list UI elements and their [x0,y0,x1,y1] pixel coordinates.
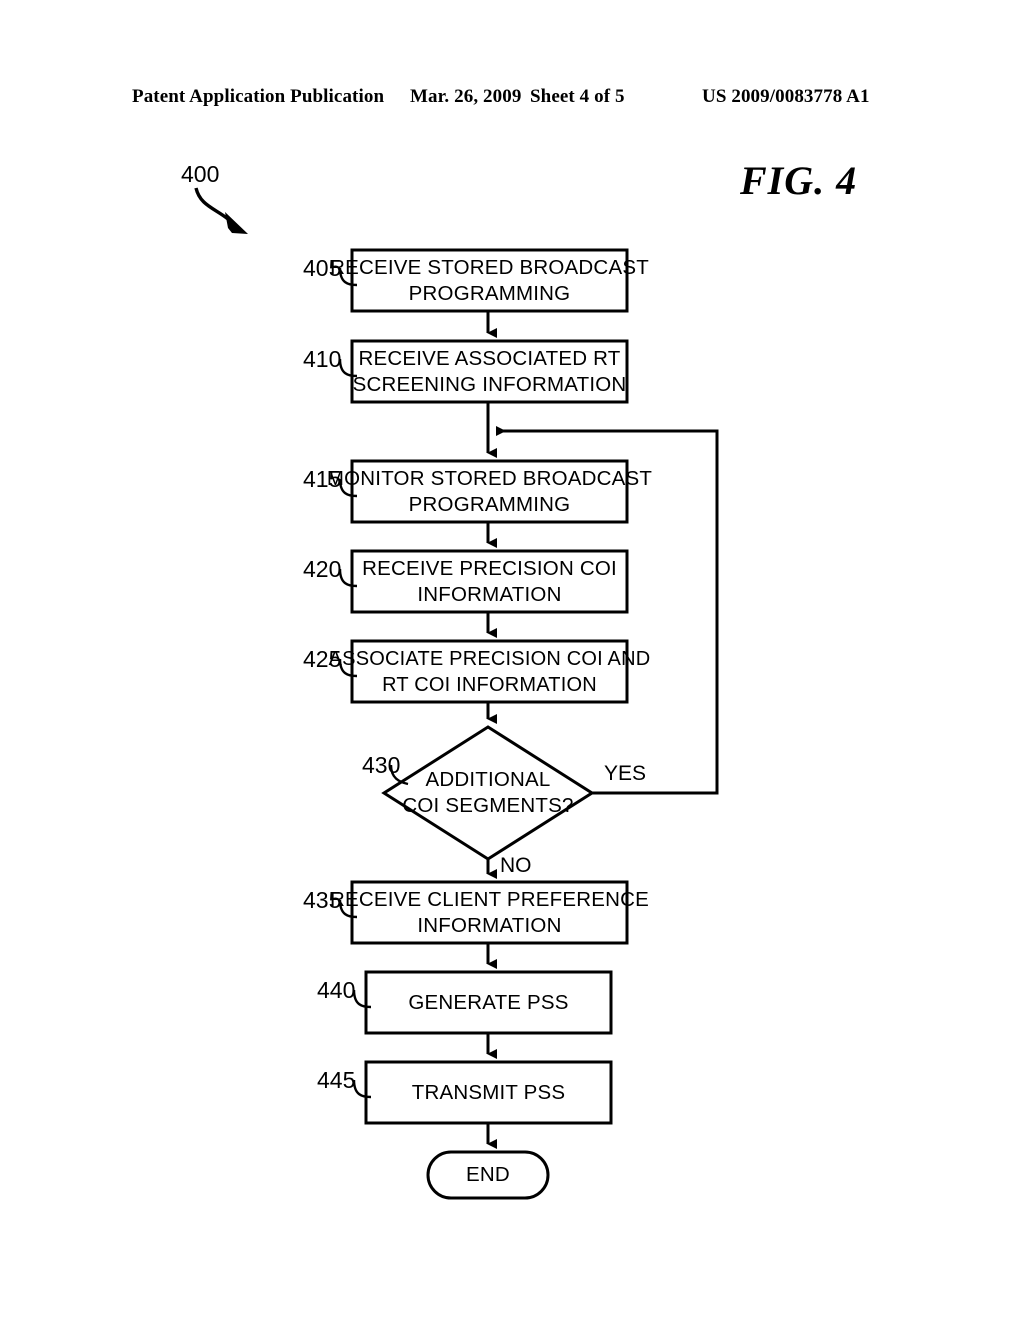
node-end-shape [426,1150,550,1200]
node-435-shape [350,880,629,945]
flowchart-canvas [194,187,719,1200]
node-410-shape [350,339,629,404]
edge-label-yes: YES [604,762,647,785]
ref-number-430: 430 [362,752,401,778]
node-425-shape [350,639,629,704]
ref-number-440: 440 [317,977,356,1003]
ref-number-420: 420 [303,556,342,582]
ref-number-405: 405 [303,255,342,281]
node-440-shape [364,970,613,1035]
node-415-shape [350,459,629,524]
node-430-shape [381,725,595,861]
ref-number-415: 415 [303,466,342,492]
flow-reference-arrow [194,187,248,234]
ref-number-410: 410 [303,346,342,372]
ref-number-445: 445 [317,1067,356,1093]
ref-number-435: 435 [303,887,342,913]
node-445-shape [364,1060,613,1125]
node-420-shape [350,549,629,614]
node-405-shape [350,248,629,313]
ref-number-425: 425 [303,646,342,672]
edge-label-no: NO [500,854,532,877]
